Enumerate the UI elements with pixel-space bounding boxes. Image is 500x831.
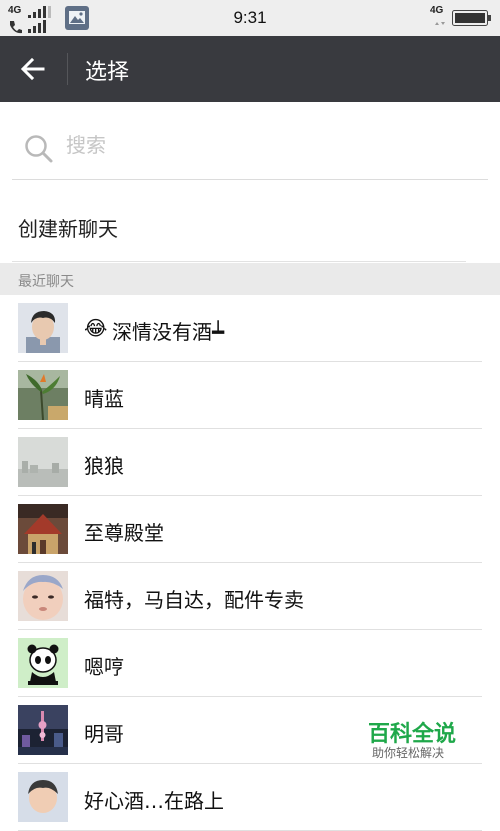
- recent-chats-header-label: 最近聊天: [18, 274, 74, 290]
- watermark-subtitle: 助你轻松解决: [372, 746, 445, 760]
- data-arrows-icon: [435, 22, 445, 25]
- chat-name: 明哥: [84, 722, 124, 746]
- chat-name: 晴蓝: [84, 387, 124, 411]
- create-new-chat-label: 创建新聊天: [18, 217, 118, 241]
- avatar: [18, 437, 68, 487]
- chat-row[interactable]: 狼狼: [0, 429, 500, 496]
- avatar: [18, 705, 68, 755]
- chat-name: 好心酒…在路上: [84, 789, 224, 813]
- avatar: [18, 638, 68, 688]
- arrow-left-icon: [20, 57, 45, 81]
- chat-name-emoji: 😂: [84, 316, 108, 340]
- chat-name: 至尊殿堂: [84, 521, 164, 545]
- chat-name: 深情没有酒┷: [112, 320, 225, 344]
- status-bar: 4G 9:31 4G: [0, 0, 500, 36]
- page-title: 选择: [85, 60, 130, 85]
- chat-row[interactable]: 好心酒…在路上: [0, 764, 500, 831]
- chat-name: 福特，马自达，配件专卖: [84, 588, 304, 612]
- app-bar: 选择: [0, 36, 500, 102]
- chat-name: 狼狼: [84, 454, 124, 478]
- app-bar-divider: [67, 53, 68, 85]
- chat-row[interactable]: 😂 深情没有酒┷: [0, 295, 500, 362]
- battery-icon: [452, 10, 491, 26]
- watermark: 百科全说 助你轻松解决: [352, 702, 500, 762]
- avatar: [18, 772, 68, 822]
- chat-row[interactable]: 福特，马自达，配件专卖: [0, 563, 500, 630]
- chat-row[interactable]: 晴蓝: [0, 362, 500, 429]
- back-button[interactable]: [14, 49, 54, 89]
- divider: [12, 261, 466, 262]
- search-bar[interactable]: [12, 103, 488, 180]
- chat-row[interactable]: 至尊殿堂: [0, 496, 500, 563]
- recent-chats-header: 最近聊天: [0, 263, 500, 295]
- avatar: [18, 370, 68, 420]
- status-time: 9:31: [233, 8, 267, 27]
- chat-name: 嗯哼: [84, 655, 124, 679]
- avatar: [18, 571, 68, 621]
- search-input[interactable]: [66, 133, 466, 157]
- create-new-chat-item[interactable]: 创建新聊天: [0, 180, 500, 262]
- chat-row[interactable]: 嗯哼: [0, 630, 500, 697]
- avatar: [18, 303, 68, 353]
- network-label-right: 4G: [430, 5, 444, 16]
- search-icon: [25, 135, 53, 163]
- avatar: [18, 504, 68, 554]
